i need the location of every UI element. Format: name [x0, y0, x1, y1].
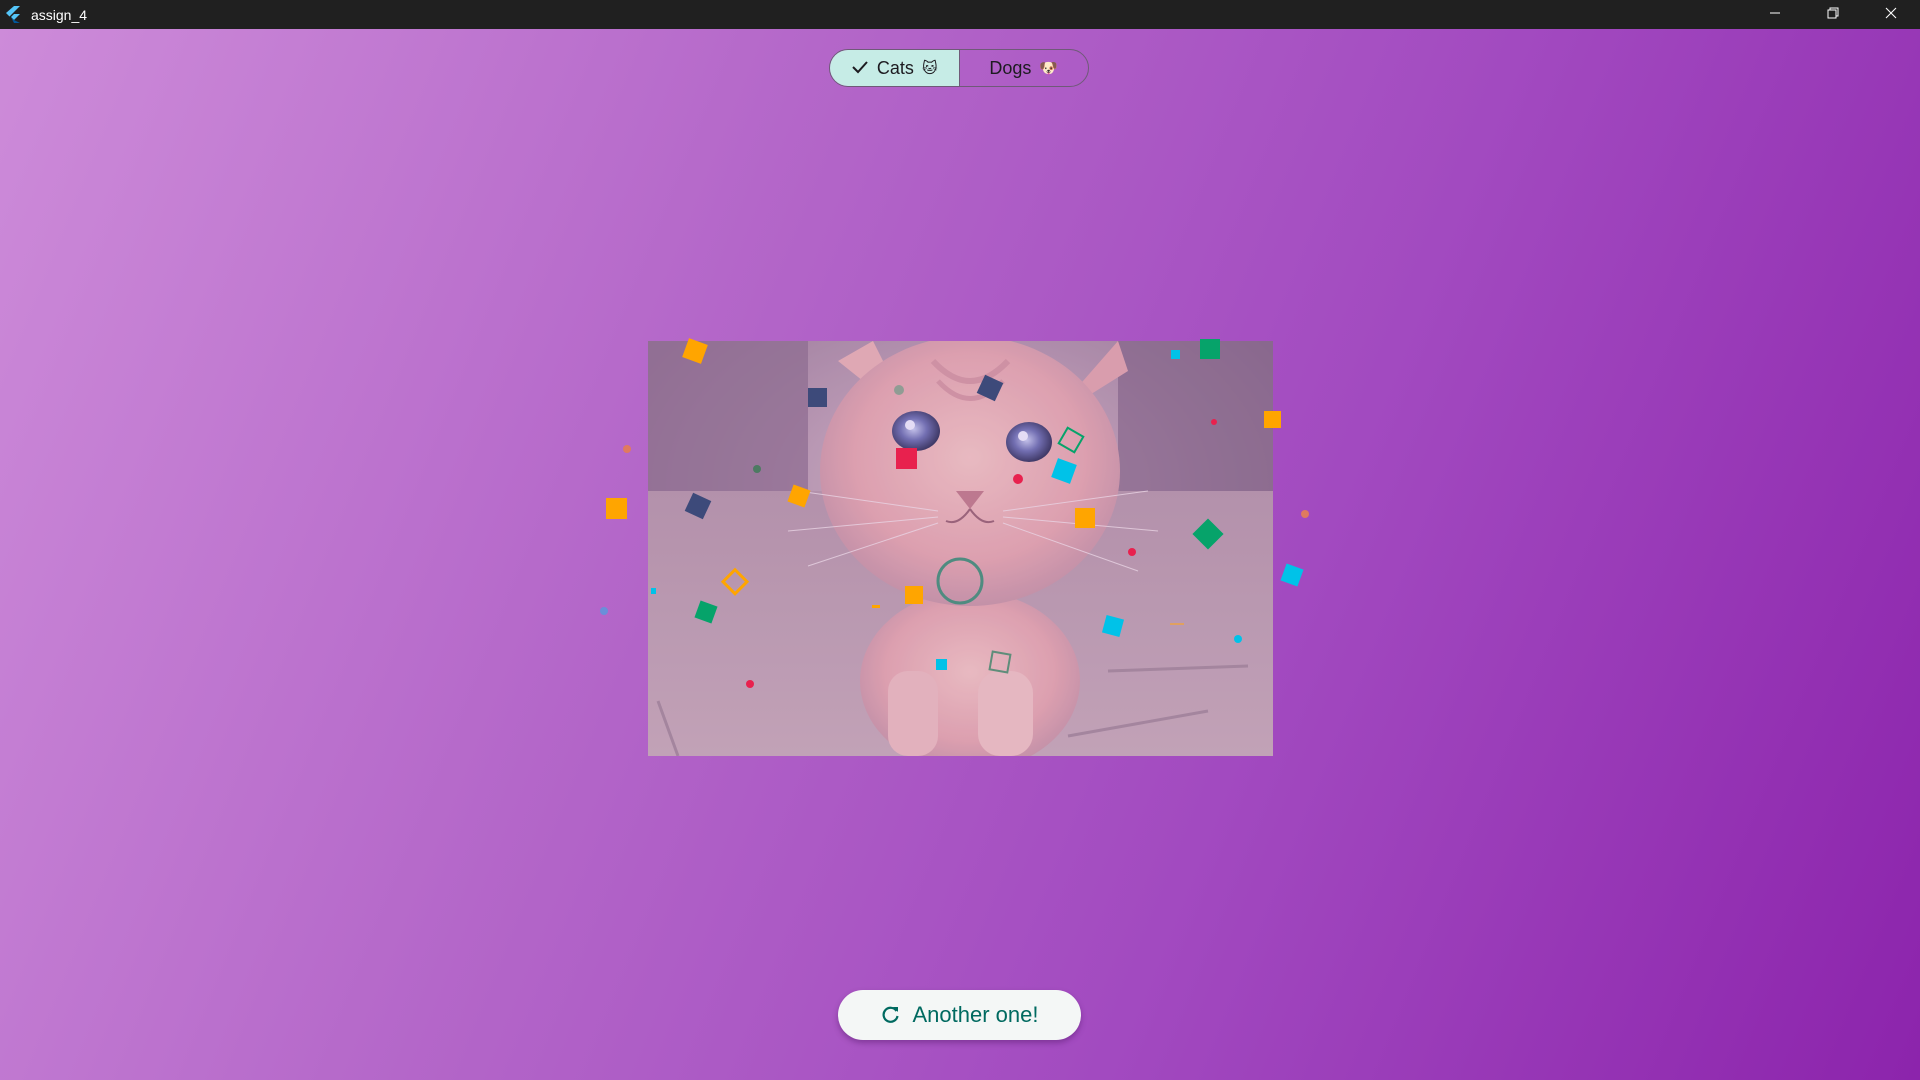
animal-toggle: Cats 🐱 Dogs 🐶 — [829, 49, 1089, 87]
title-bar: assign_4 — [0, 0, 1920, 29]
close-button[interactable] — [1862, 0, 1920, 29]
another-one-button[interactable]: Another one! — [838, 990, 1081, 1040]
restore-button[interactable] — [1804, 0, 1862, 29]
minimize-icon — [1769, 6, 1781, 24]
window-title: assign_4 — [31, 6, 88, 23]
segment-cats-label: Cats — [876, 57, 914, 78]
segment-cats[interactable]: Cats 🐱 — [830, 50, 960, 86]
refresh-icon — [881, 1005, 901, 1025]
app-body: Cats 🐱 Dogs 🐶 Another one! — [0, 29, 1920, 1080]
check-icon — [851, 58, 869, 79]
flutter-logo-icon — [6, 6, 22, 23]
dog-face-icon: 🐶 — [1039, 59, 1059, 77]
cat-face-icon: 🐱 — [921, 59, 938, 77]
segment-dogs[interactable]: Dogs 🐶 — [960, 50, 1089, 86]
minimize-button[interactable] — [1746, 0, 1804, 29]
animal-photo — [648, 341, 1273, 756]
restore-icon — [1827, 6, 1839, 24]
another-one-label: Another one! — [912, 1002, 1039, 1027]
segment-dogs-label: Dogs — [989, 57, 1032, 78]
close-icon — [1885, 6, 1897, 24]
